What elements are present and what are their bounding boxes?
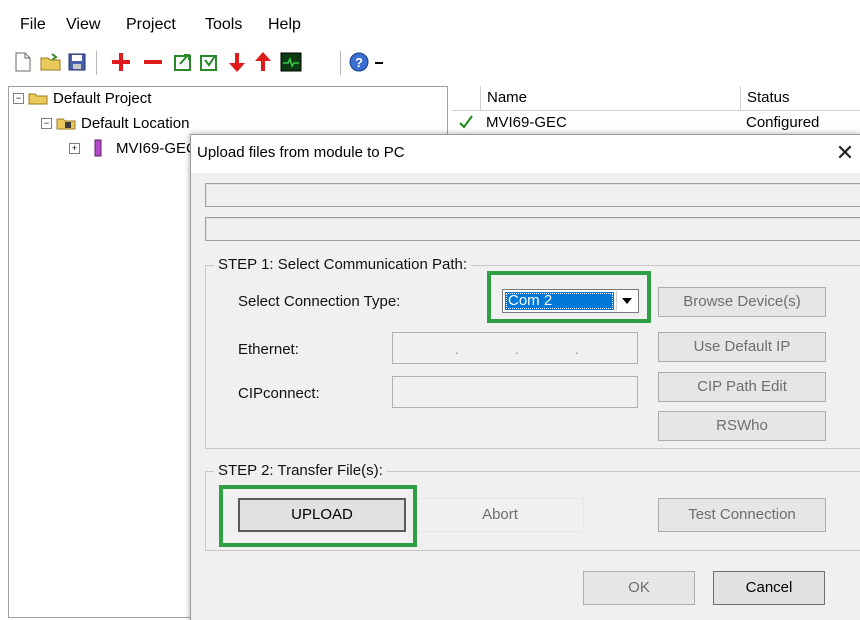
remove-icon[interactable]	[142, 51, 164, 73]
step2-legend: STEP 2: Transfer File(s):	[214, 462, 387, 479]
add-icon[interactable]	[110, 51, 132, 73]
export-icon[interactable]	[172, 51, 194, 73]
ethernet-ip-input[interactable]: . . .	[392, 332, 638, 364]
browse-devices-button[interactable]: Browse Device(s)	[658, 287, 826, 317]
menu-help[interactable]: Help	[268, 16, 301, 34]
cancel-button[interactable]: Cancel	[713, 571, 825, 605]
column-header-status[interactable]: Status	[740, 86, 860, 110]
table-row[interactable]: MVI69-GEC Configured	[452, 112, 860, 134]
upload-highlight	[219, 485, 417, 547]
menu-project[interactable]: Project	[126, 16, 176, 34]
ethernet-label: Ethernet:	[238, 341, 299, 358]
ip-separator: .	[455, 341, 459, 357]
row-status: Configured	[746, 114, 820, 131]
tree-item-label: Default Location	[81, 114, 190, 132]
menu-view[interactable]: View	[66, 16, 100, 34]
dialog-title: Upload files from module to PC	[197, 144, 405, 161]
save-icon[interactable]	[66, 51, 88, 73]
import-icon[interactable]	[198, 51, 220, 73]
progress-bar-1	[205, 183, 860, 207]
folder-icon	[28, 93, 48, 105]
cipconnect-input[interactable]	[392, 376, 638, 408]
cip-path-edit-button[interactable]: CIP Path Edit	[658, 372, 826, 402]
tree-item-label: Default Project	[53, 89, 152, 107]
move-down-icon[interactable]	[226, 51, 248, 73]
column-header-name[interactable]: Name	[480, 86, 741, 110]
menu-bar: File View Project Tools Help	[0, 0, 860, 44]
connection-highlight	[487, 271, 651, 323]
close-icon[interactable]: ✕	[831, 139, 859, 167]
location-folder-icon	[56, 118, 76, 130]
ip-separator: .	[575, 341, 579, 357]
monitor-icon[interactable]	[280, 51, 302, 73]
connection-type-label: Select Connection Type:	[238, 293, 401, 310]
collapse-icon[interactable]: −	[13, 92, 24, 104]
menu-file[interactable]: File	[20, 16, 46, 34]
test-connection-button[interactable]: Test Connection	[658, 498, 826, 532]
menu-tools[interactable]: Tools	[205, 16, 242, 34]
collapse-icon[interactable]: −	[41, 117, 52, 129]
progress-bar-2	[205, 217, 860, 241]
open-folder-icon[interactable]	[40, 51, 62, 73]
step1-legend: STEP 1: Select Communication Path:	[214, 256, 472, 273]
use-default-ip-button[interactable]: Use Default IP	[658, 332, 826, 362]
tree-item-label: MVI69-GEC	[116, 139, 197, 157]
toolbar: ?	[0, 47, 860, 83]
new-file-icon[interactable]	[12, 51, 34, 73]
help-icon[interactable]: ?	[348, 51, 370, 73]
expand-icon[interactable]: +	[69, 142, 80, 154]
upload-dialog: Upload files from module to PC ✕ STEP 1:…	[190, 134, 860, 620]
ip-separator: .	[515, 341, 519, 357]
row-name: MVI69-GEC	[486, 114, 567, 131]
cipconnect-label: CIPconnect:	[238, 385, 320, 402]
chevron-down-icon[interactable]	[372, 51, 386, 73]
dialog-title-bar: Upload files from module to PC ✕	[191, 135, 860, 173]
tree-item-module[interactable]: + MVI69-GEC	[69, 138, 197, 158]
move-up-icon[interactable]	[252, 51, 274, 73]
tree-item-location[interactable]: − Default Location	[41, 113, 189, 133]
svg-text:?: ?	[355, 55, 363, 70]
rswho-button[interactable]: RSWho	[658, 411, 826, 441]
tree-item-project[interactable]: − Default Project	[13, 88, 151, 108]
ok-button[interactable]: OK	[583, 571, 695, 605]
list-header: Name Status	[452, 86, 860, 111]
module-icon	[94, 139, 102, 157]
abort-button[interactable]: Abort	[416, 498, 584, 532]
